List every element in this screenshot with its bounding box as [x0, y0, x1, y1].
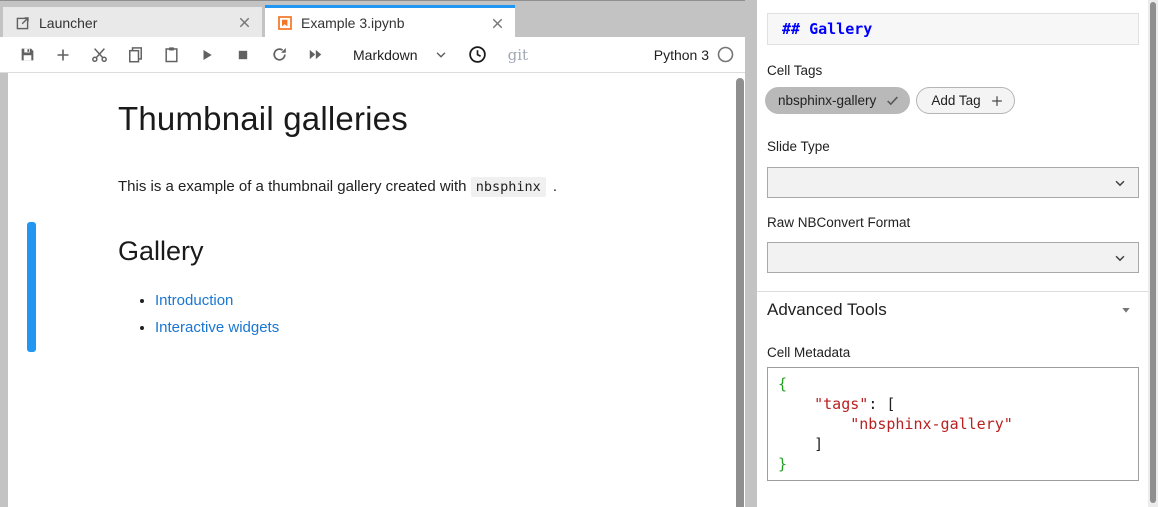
add-tag-button[interactable]: Add Tag [916, 87, 1014, 114]
git-button[interactable]: git [508, 46, 528, 64]
tag-label: nbsphinx-gallery [778, 93, 876, 108]
check-icon [885, 93, 900, 108]
json-indent [778, 395, 814, 413]
close-icon[interactable] [237, 15, 252, 30]
cell-type-value: Markdown [353, 47, 418, 63]
history-clock-icon[interactable] [466, 43, 490, 67]
inline-code: nbsphinx [471, 177, 546, 197]
json-string-value: "nbsphinx-gallery" [850, 415, 1013, 433]
notebook-toolbar: Markdown git Python 3 [0, 37, 745, 73]
slide-type-select[interactable] [767, 167, 1139, 198]
cell-source-preview[interactable]: ## Gallery [767, 13, 1139, 45]
left-edge-strip [0, 73, 8, 507]
json-close-brace: } [778, 455, 787, 473]
tab-notebook[interactable]: Example 3.ipynb [265, 5, 515, 38]
add-tag-label: Add Tag [931, 93, 980, 108]
raw-nbconvert-label: Raw NBConvert Format [767, 215, 910, 230]
kernel-status-icon[interactable] [717, 46, 734, 63]
inspector-scrollbar[interactable] [1148, 0, 1158, 507]
collapse-caret-icon[interactable] [1121, 305, 1131, 315]
notebook-icon [277, 15, 293, 31]
property-inspector-panel: ## Gallery Cell Tags nbsphinx-gallery Ad… [757, 0, 1148, 507]
json-indent [778, 415, 850, 433]
cell-tags-label: Cell Tags [767, 63, 822, 78]
main-dock-panel: Launcher Example 3.ipynb [0, 0, 745, 507]
section-divider [757, 291, 1148, 292]
tab-launcher-label: Launcher [39, 15, 237, 31]
gallery-link-list: Introduction Interactive widgets [155, 287, 279, 341]
notebook-area: Thumbnail galleries This is a example of… [0, 73, 745, 507]
run-icon[interactable] [195, 43, 219, 67]
link-interactive-widgets[interactable]: Interactive widgets [155, 319, 279, 336]
section-heading: Gallery [118, 236, 204, 267]
link-introduction[interactable]: Introduction [155, 292, 233, 309]
dock-tab-bar: Launcher Example 3.ipynb [0, 0, 745, 37]
launcher-icon [15, 15, 31, 31]
plus-icon [990, 94, 1004, 108]
json-colon-bracket: : [ [868, 395, 895, 413]
json-key: "tags" [814, 395, 868, 413]
paragraph-text: This is a example of a thumbnail gallery… [118, 178, 467, 195]
kernel-name[interactable]: Python 3 [654, 47, 709, 63]
advanced-tools-header[interactable]: Advanced Tools [767, 300, 1139, 320]
advanced-tools-label: Advanced Tools [767, 300, 887, 320]
restart-kernel-icon[interactable] [267, 43, 291, 67]
cut-icon[interactable] [87, 43, 111, 67]
insert-cell-icon[interactable] [51, 43, 75, 67]
notebook-scrollbar[interactable] [736, 78, 744, 507]
tab-notebook-label: Example 3.ipynb [301, 15, 490, 31]
paragraph-period: . [553, 178, 557, 195]
tag-nbsphinx-gallery[interactable]: nbsphinx-gallery [765, 87, 910, 114]
jupyterlab-window: Launcher Example 3.ipynb [0, 0, 1158, 507]
active-cell-collapser[interactable] [27, 222, 36, 352]
cell-type-select[interactable]: Markdown [353, 47, 448, 63]
save-icon[interactable] [15, 43, 39, 67]
slide-type-label: Slide Type [767, 139, 830, 154]
chevron-down-icon [1113, 176, 1127, 190]
close-icon[interactable] [490, 16, 505, 31]
paste-icon[interactable] [159, 43, 183, 67]
cell-tags-list: nbsphinx-gallery Add Tag [765, 87, 1015, 114]
notebook-title: Thumbnail galleries [118, 100, 408, 138]
scrollbar-thumb[interactable] [1150, 2, 1156, 503]
json-open-brace: { [778, 375, 787, 393]
raw-nbconvert-select[interactable] [767, 242, 1139, 273]
chevron-down-icon [434, 48, 448, 62]
restart-run-all-icon[interactable] [303, 43, 327, 67]
cell-source-text: ## Gallery [782, 20, 872, 38]
tab-launcher[interactable]: Launcher [3, 7, 262, 38]
cell-metadata-label: Cell Metadata [767, 345, 850, 360]
stop-icon[interactable] [231, 43, 255, 67]
notebook-paragraph: This is a example of a thumbnail gallery… [118, 176, 557, 198]
cell-metadata-editor[interactable]: { "tags": [ "nbsphinx-gallery" ] } [767, 367, 1139, 481]
copy-icon[interactable] [123, 43, 147, 67]
chevron-down-icon [1113, 251, 1127, 265]
panel-splitter[interactable] [745, 0, 757, 507]
list-item: Interactive widgets [155, 314, 279, 341]
json-close-bracket: ] [778, 435, 823, 453]
list-item: Introduction [155, 287, 279, 314]
